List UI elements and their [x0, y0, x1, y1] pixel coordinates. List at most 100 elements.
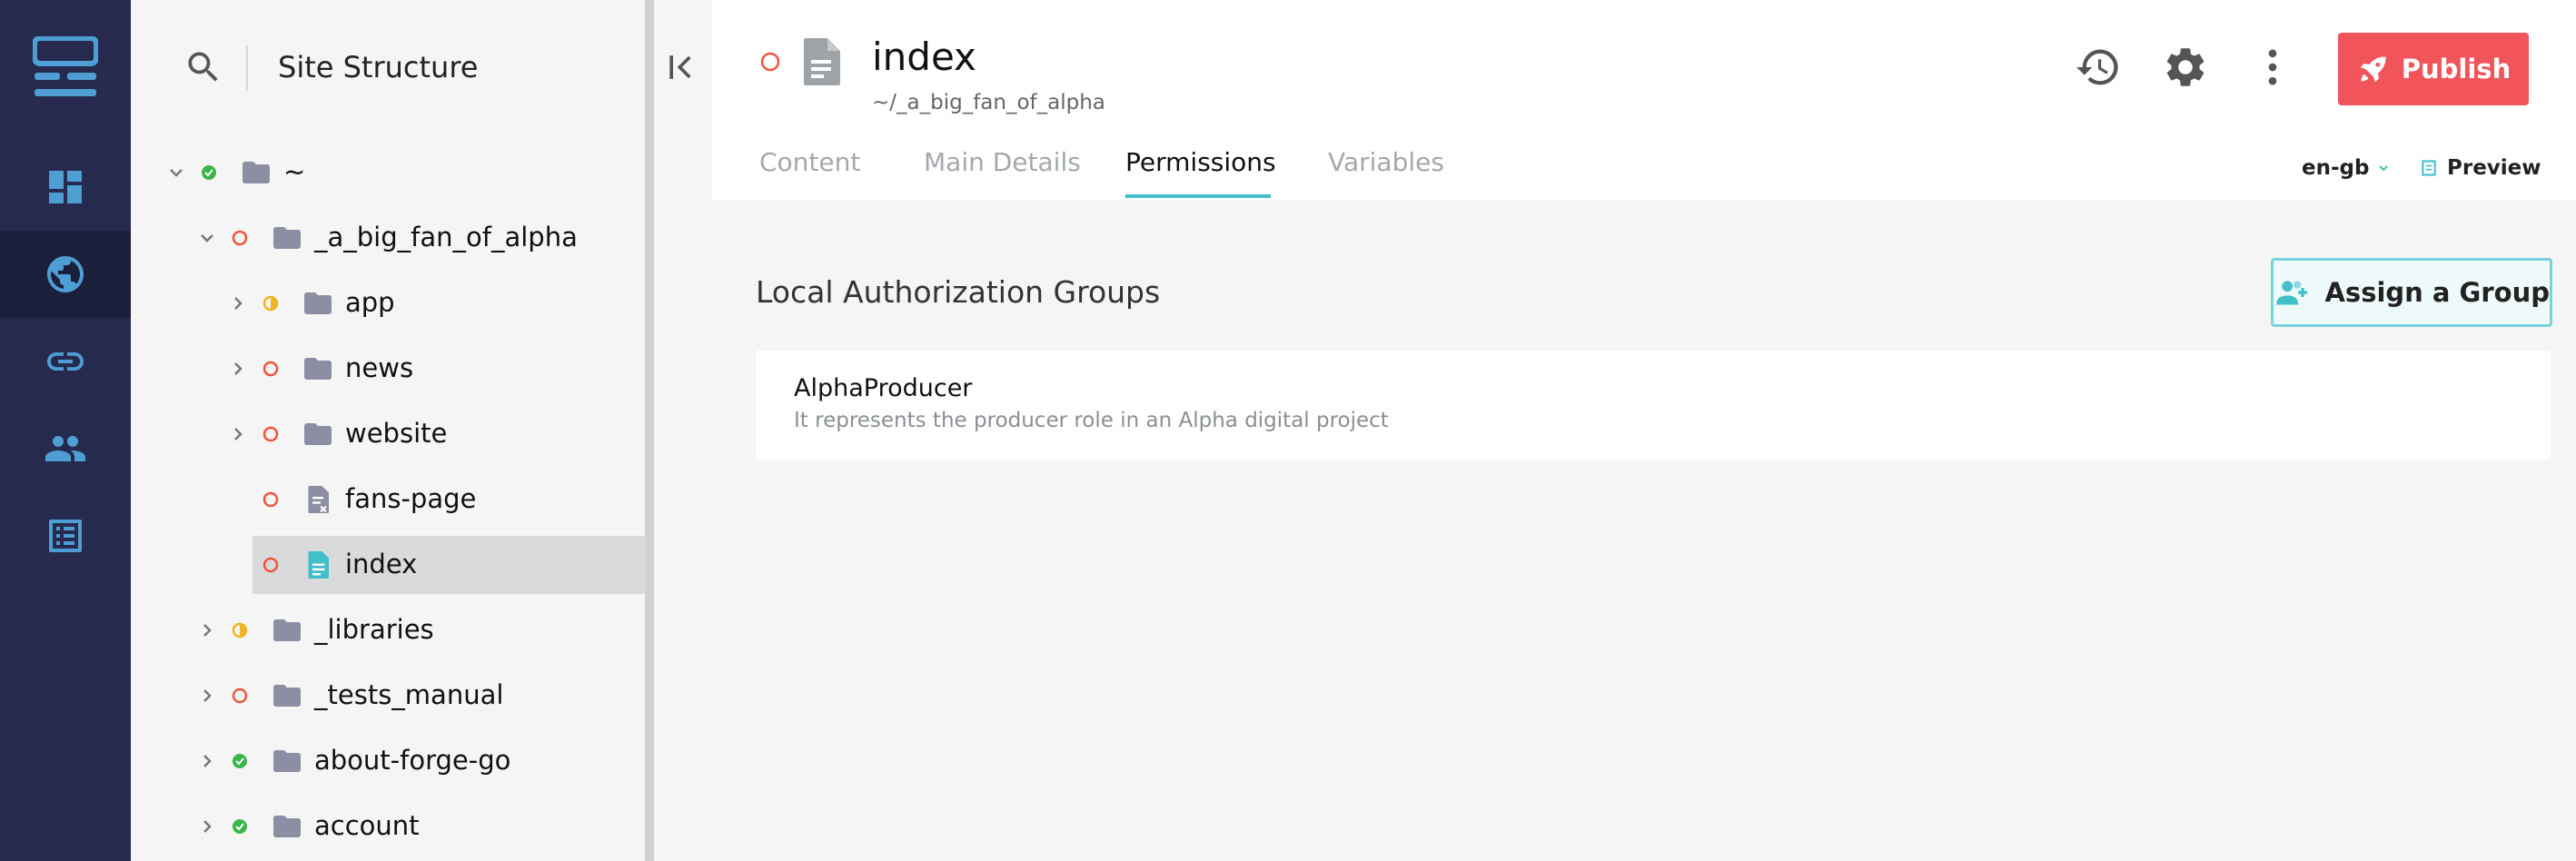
publish-button[interactable]: Publish	[2338, 33, 2529, 105]
collapse-panel-icon[interactable]	[663, 47, 703, 87]
folder-icon	[273, 619, 301, 641]
chevron-right-icon[interactable]	[227, 292, 249, 314]
rocket-icon	[2360, 56, 2386, 83]
history-icon[interactable]	[2075, 44, 2122, 91]
folder-icon	[273, 816, 301, 837]
section-title: Local Authorization Groups	[756, 274, 1161, 310]
page-title: index	[872, 35, 976, 79]
preview-label: Preview	[2447, 156, 2541, 180]
link-icon	[47, 352, 84, 371]
rail-item-sites[interactable]	[0, 231, 131, 318]
collapse-strip	[654, 0, 712, 861]
tree-item-label: fans-page	[345, 483, 477, 514]
tab-variables[interactable]: Variables	[1328, 147, 1444, 177]
rail-item-users[interactable]	[0, 405, 131, 492]
status-red-icon	[263, 426, 279, 442]
tree-item-label: about-forge-go	[314, 745, 511, 776]
globe-icon	[47, 256, 84, 292]
rail-item-lists[interactable]	[0, 492, 131, 579]
folder-icon	[273, 685, 301, 707]
tree-row[interactable]: account	[131, 797, 647, 856]
tree-row[interactable]: fans-page	[131, 470, 647, 529]
folder-icon	[243, 162, 270, 183]
search-icon[interactable]	[183, 47, 223, 87]
more-vertical-icon[interactable]	[2249, 44, 2296, 91]
page-path: ~/_a_big_fan_of_alpha	[872, 91, 1105, 114]
tree-item-label: _a_big_fan_of_alpha	[314, 222, 578, 252]
status-yellow-icon	[232, 622, 248, 638]
status-red-icon	[232, 688, 248, 704]
chevron-right-icon[interactable]	[196, 685, 218, 707]
tab-content[interactable]: Content	[759, 147, 860, 177]
chevron-right-icon[interactable]	[196, 619, 218, 641]
assign-group-button[interactable]: Assign a Group	[2271, 258, 2552, 327]
status-red-icon	[263, 557, 279, 573]
folder-icon	[273, 750, 301, 772]
folder-icon	[304, 423, 332, 445]
tree-row[interactable]: _libraries	[131, 601, 647, 659]
status-green-icon	[233, 819, 247, 834]
status-red-icon	[263, 361, 279, 377]
folder-icon	[304, 358, 332, 380]
status-yellow-icon	[263, 295, 279, 312]
tree-row[interactable]: website	[131, 405, 647, 463]
active-tab-indicator	[1125, 194, 1271, 198]
chevron-right-icon[interactable]	[196, 816, 218, 837]
preview-button[interactable]: Preview	[2420, 156, 2541, 180]
site-structure-panel: Site Structure ~ _a_big_fan_of_alphaapp ne…	[131, 0, 647, 861]
page-icon	[308, 551, 329, 579]
chevron-right-icon[interactable]	[227, 423, 249, 445]
rail-item-links[interactable]	[0, 318, 131, 405]
preview-icon	[2422, 160, 2436, 176]
group-card[interactable]: AlphaProducer It represents the producer…	[756, 351, 2551, 460]
tree-row[interactable]: _tests_manual	[131, 667, 647, 725]
tree-header: Site Structure	[131, 0, 647, 136]
group-description: It represents the producer role in an Al…	[794, 409, 1389, 432]
tab-permissions[interactable]: Permissions	[1125, 147, 1276, 177]
status-red-icon	[232, 230, 248, 246]
dashboard-icon	[49, 171, 82, 203]
folder-icon	[304, 292, 332, 314]
assign-group-label: Assign a Group	[2324, 277, 2550, 308]
panel-resize-handle[interactable]	[645, 0, 654, 861]
tree-row[interactable]: _a_big_fan_of_alpha	[131, 209, 647, 267]
publish-label: Publish	[2401, 54, 2512, 84]
folder-icon	[273, 227, 301, 249]
page-icon	[804, 38, 840, 85]
tree-item-label: _tests_manual	[314, 679, 504, 710]
tree-row[interactable]: index	[131, 536, 647, 594]
gear-icon[interactable]	[2162, 44, 2209, 91]
rail-item-dashboard[interactable]	[0, 144, 131, 231]
language-value: en-gb	[2302, 156, 2370, 180]
add-group-icon	[2276, 281, 2308, 305]
chevron-down-icon[interactable]	[165, 162, 187, 183]
tab-main-details[interactable]: Main Details	[924, 147, 1081, 177]
link-page-icon	[308, 486, 329, 513]
header-separator	[246, 45, 248, 91]
app-rail	[0, 0, 131, 861]
users-icon	[45, 436, 85, 461]
status-unpublished-icon	[760, 52, 780, 72]
chevron-right-icon[interactable]	[227, 358, 249, 380]
tree-row[interactable]: ~	[131, 144, 647, 202]
tree-title: Site Structure	[278, 50, 479, 84]
status-green-icon	[202, 165, 216, 180]
tree-row[interactable]: about-forge-go	[131, 732, 647, 790]
chevron-down-icon	[2379, 165, 2389, 172]
tree-row[interactable]: news	[131, 340, 647, 398]
group-name: AlphaProducer	[794, 374, 973, 402]
status-green-icon	[233, 754, 247, 768]
tree-item-label: _libraries	[314, 614, 434, 645]
app-logo[interactable]	[32, 35, 99, 100]
page-header: index ~/_a_big_fan_of_alpha Publish Cont…	[712, 0, 2576, 200]
language-select[interactable]: en-gb	[2302, 156, 2391, 180]
chevron-down-icon[interactable]	[196, 227, 218, 249]
list-icon	[49, 520, 82, 552]
status-red-icon	[263, 491, 279, 508]
tree-item-label: ~	[283, 156, 306, 187]
tree-item-label: news	[345, 352, 414, 383]
tree-item-label: app	[345, 287, 395, 318]
tree-row[interactable]: app	[131, 274, 647, 332]
tree-item-label: index	[345, 549, 418, 579]
chevron-right-icon[interactable]	[196, 750, 218, 772]
